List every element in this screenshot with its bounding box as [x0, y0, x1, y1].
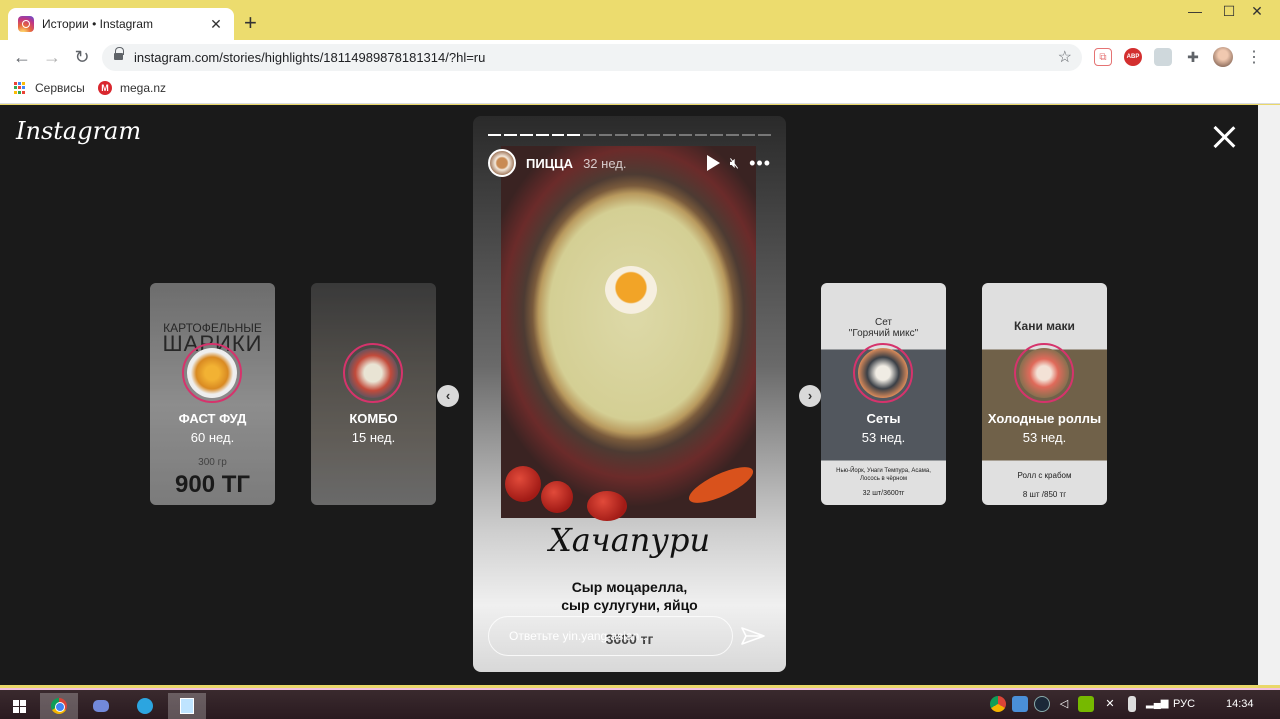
tray-cloud-icon[interactable]	[1012, 696, 1028, 712]
mega-logo-icon: M	[98, 81, 112, 95]
highlight-card-combo[interactable]: КОМБО 15 нед.	[311, 283, 436, 505]
tomato	[505, 466, 541, 502]
highlight-name: Сеты	[866, 411, 901, 426]
bookmarks-bar: Сервисы M mega.nz	[0, 74, 1280, 104]
highlight-name: ФАСТ ФУД	[178, 411, 247, 426]
tray-battery-icon[interactable]	[1128, 696, 1136, 712]
highlight-ring	[853, 343, 913, 403]
story-avatar[interactable]	[488, 149, 516, 177]
highlight-age: 53 нед.	[861, 430, 906, 445]
bookmark-star-icon[interactable]: ☆	[1058, 47, 1072, 67]
taskbar-notes[interactable]	[168, 693, 206, 719]
reply-input[interactable]: Ответьте yin.yang.asian...	[488, 616, 733, 656]
new-tab-button[interactable]: +	[244, 12, 257, 34]
tomato	[541, 481, 573, 513]
notes-icon	[180, 698, 194, 714]
reload-icon[interactable]: ↻	[70, 45, 94, 69]
forward-arrow-icon[interactable]: →	[40, 45, 64, 69]
close-viewer-icon[interactable]	[1210, 123, 1238, 151]
chrome-icon	[51, 698, 67, 714]
highlight-age: 53 нед.	[1022, 430, 1067, 445]
discord-icon	[93, 700, 109, 712]
bookmark-label: mega.nz	[120, 81, 167, 95]
back-arrow-icon[interactable]: ←	[10, 45, 34, 69]
story-description-line: сыр сулугуни, яйцо	[561, 597, 698, 613]
taskbar-discord[interactable]	[82, 693, 120, 719]
tray-language[interactable]: РУС	[1173, 698, 1195, 710]
story-time: 32 нед.	[583, 155, 627, 171]
instagram-favicon-icon	[18, 16, 34, 32]
tab-title: Истории • Instagram	[42, 17, 153, 31]
highlight-name: Холодные роллы	[987, 411, 1102, 426]
taskbar-chrome[interactable]	[40, 693, 78, 719]
windows-logo-icon	[12, 699, 26, 713]
highlight-thumb	[1019, 348, 1069, 398]
telegram-icon	[137, 698, 153, 714]
start-button[interactable]	[0, 693, 38, 719]
play-icon[interactable]	[706, 155, 720, 171]
instagram-logo[interactable]: Instagram	[16, 117, 141, 145]
next-story-button[interactable]: ›	[799, 385, 821, 407]
tray-chrome-icon[interactable]	[990, 696, 1006, 712]
tray-nvidia-icon[interactable]	[1078, 696, 1094, 712]
highlight-ring	[343, 343, 403, 403]
window-minimize-button[interactable]: —	[1178, 0, 1212, 24]
apps-grid-icon	[14, 82, 26, 94]
story-description-line: Сыр моцарелла,	[571, 579, 688, 595]
browser-titlebar: Истории • Instagram ✕ + — ☐ ✕	[0, 0, 1280, 40]
highlight-age: 60 нед.	[190, 430, 235, 445]
send-icon[interactable]	[741, 626, 765, 646]
tab-close-icon[interactable]: ✕	[208, 16, 224, 33]
lock-icon[interactable]	[114, 47, 124, 62]
story-description: Сыр моцарелла, сыр сулугуни, яйцо	[473, 578, 786, 614]
story-viewer: Instagram КАРТОФЕЛЬНЫЕ ШАРИКИ 300 гр 900…	[0, 105, 1258, 685]
chrome-menu-icon[interactable]: ⋮	[1246, 47, 1262, 67]
browser-toolbar: ← → ↻ instagram.com/stories/highlights/1…	[0, 40, 1280, 74]
highlight-thumb	[348, 348, 398, 398]
taskbar-telegram[interactable]	[126, 693, 164, 719]
adblock-plus-icon[interactable]: ABP	[1124, 48, 1142, 66]
extensions-puzzle-icon[interactable]: ✚	[1184, 48, 1202, 66]
highlight-age: 15 нед.	[351, 430, 396, 445]
url-text[interactable]: instagram.com/stories/highlights/1811498…	[134, 50, 485, 65]
highlight-name: КОМБО	[349, 411, 398, 426]
tray-network-icon[interactable]: ✕	[1102, 696, 1118, 712]
highlight-card-fast-food[interactable]: КАРТОФЕЛЬНЫЕ ШАРИКИ 300 гр 900 ТГ ФАСТ Ф…	[150, 283, 275, 505]
story-header: ПИЦЦА 32 нед. 🔇︎ •••	[488, 148, 771, 178]
bookmark-apps[interactable]: Сервисы	[14, 81, 85, 95]
pepper	[684, 460, 758, 510]
highlight-card-cold-rolls[interactable]: Кани маки Ролл с крабом 8 шт /850 тг Хол…	[982, 283, 1107, 505]
story-username[interactable]: ПИЦЦА	[526, 156, 573, 171]
story-photo	[501, 146, 758, 521]
extension-icon[interactable]	[1154, 48, 1172, 66]
bookmark-label: Сервисы	[35, 81, 85, 95]
tray-signal-icon[interactable]: ▂▄▆	[1146, 696, 1168, 712]
bookmark-mega[interactable]: M mega.nz	[98, 81, 166, 95]
highlight-card-sets[interactable]: Сет "Горячий микс" Нью-Йорк, Унаги Темпу…	[821, 283, 946, 505]
tomato	[587, 491, 627, 521]
highlight-thumb	[187, 348, 237, 398]
window-close-button[interactable]: ✕	[1234, 0, 1280, 24]
extension-icon[interactable]: ⧉	[1094, 48, 1112, 66]
active-story[interactable]: ПИЦЦА 32 нед. 🔇︎ ••• Хачапури Сыр моцаре…	[473, 116, 786, 672]
story-progress-bar	[488, 134, 772, 136]
browser-tab[interactable]: Истории • Instagram ✕	[8, 8, 234, 40]
windows-taskbar: ◁ ✕ ▂▄▆ РУС 14:34	[0, 688, 1280, 719]
story-controls: 🔇︎ •••	[706, 153, 771, 174]
address-bar[interactable]: instagram.com/stories/highlights/1811498…	[102, 44, 1082, 71]
highlight-thumb	[858, 348, 908, 398]
egg-yolk	[605, 266, 657, 314]
story-dish-name: Хачапури	[548, 521, 711, 559]
previous-story-button[interactable]: ‹	[437, 385, 459, 407]
tray-volume-icon[interactable]: ◁	[1056, 696, 1072, 712]
more-options-icon[interactable]: •••	[749, 153, 771, 174]
highlight-ring	[1014, 343, 1074, 403]
highlight-ring	[182, 343, 242, 403]
muted-speaker-icon[interactable]: 🔇︎	[730, 155, 739, 172]
profile-avatar[interactable]	[1213, 47, 1233, 67]
tray-steam-icon[interactable]	[1034, 696, 1050, 712]
tray-clock[interactable]: 14:34	[1226, 698, 1254, 710]
page-scrollbar[interactable]	[1258, 105, 1280, 685]
